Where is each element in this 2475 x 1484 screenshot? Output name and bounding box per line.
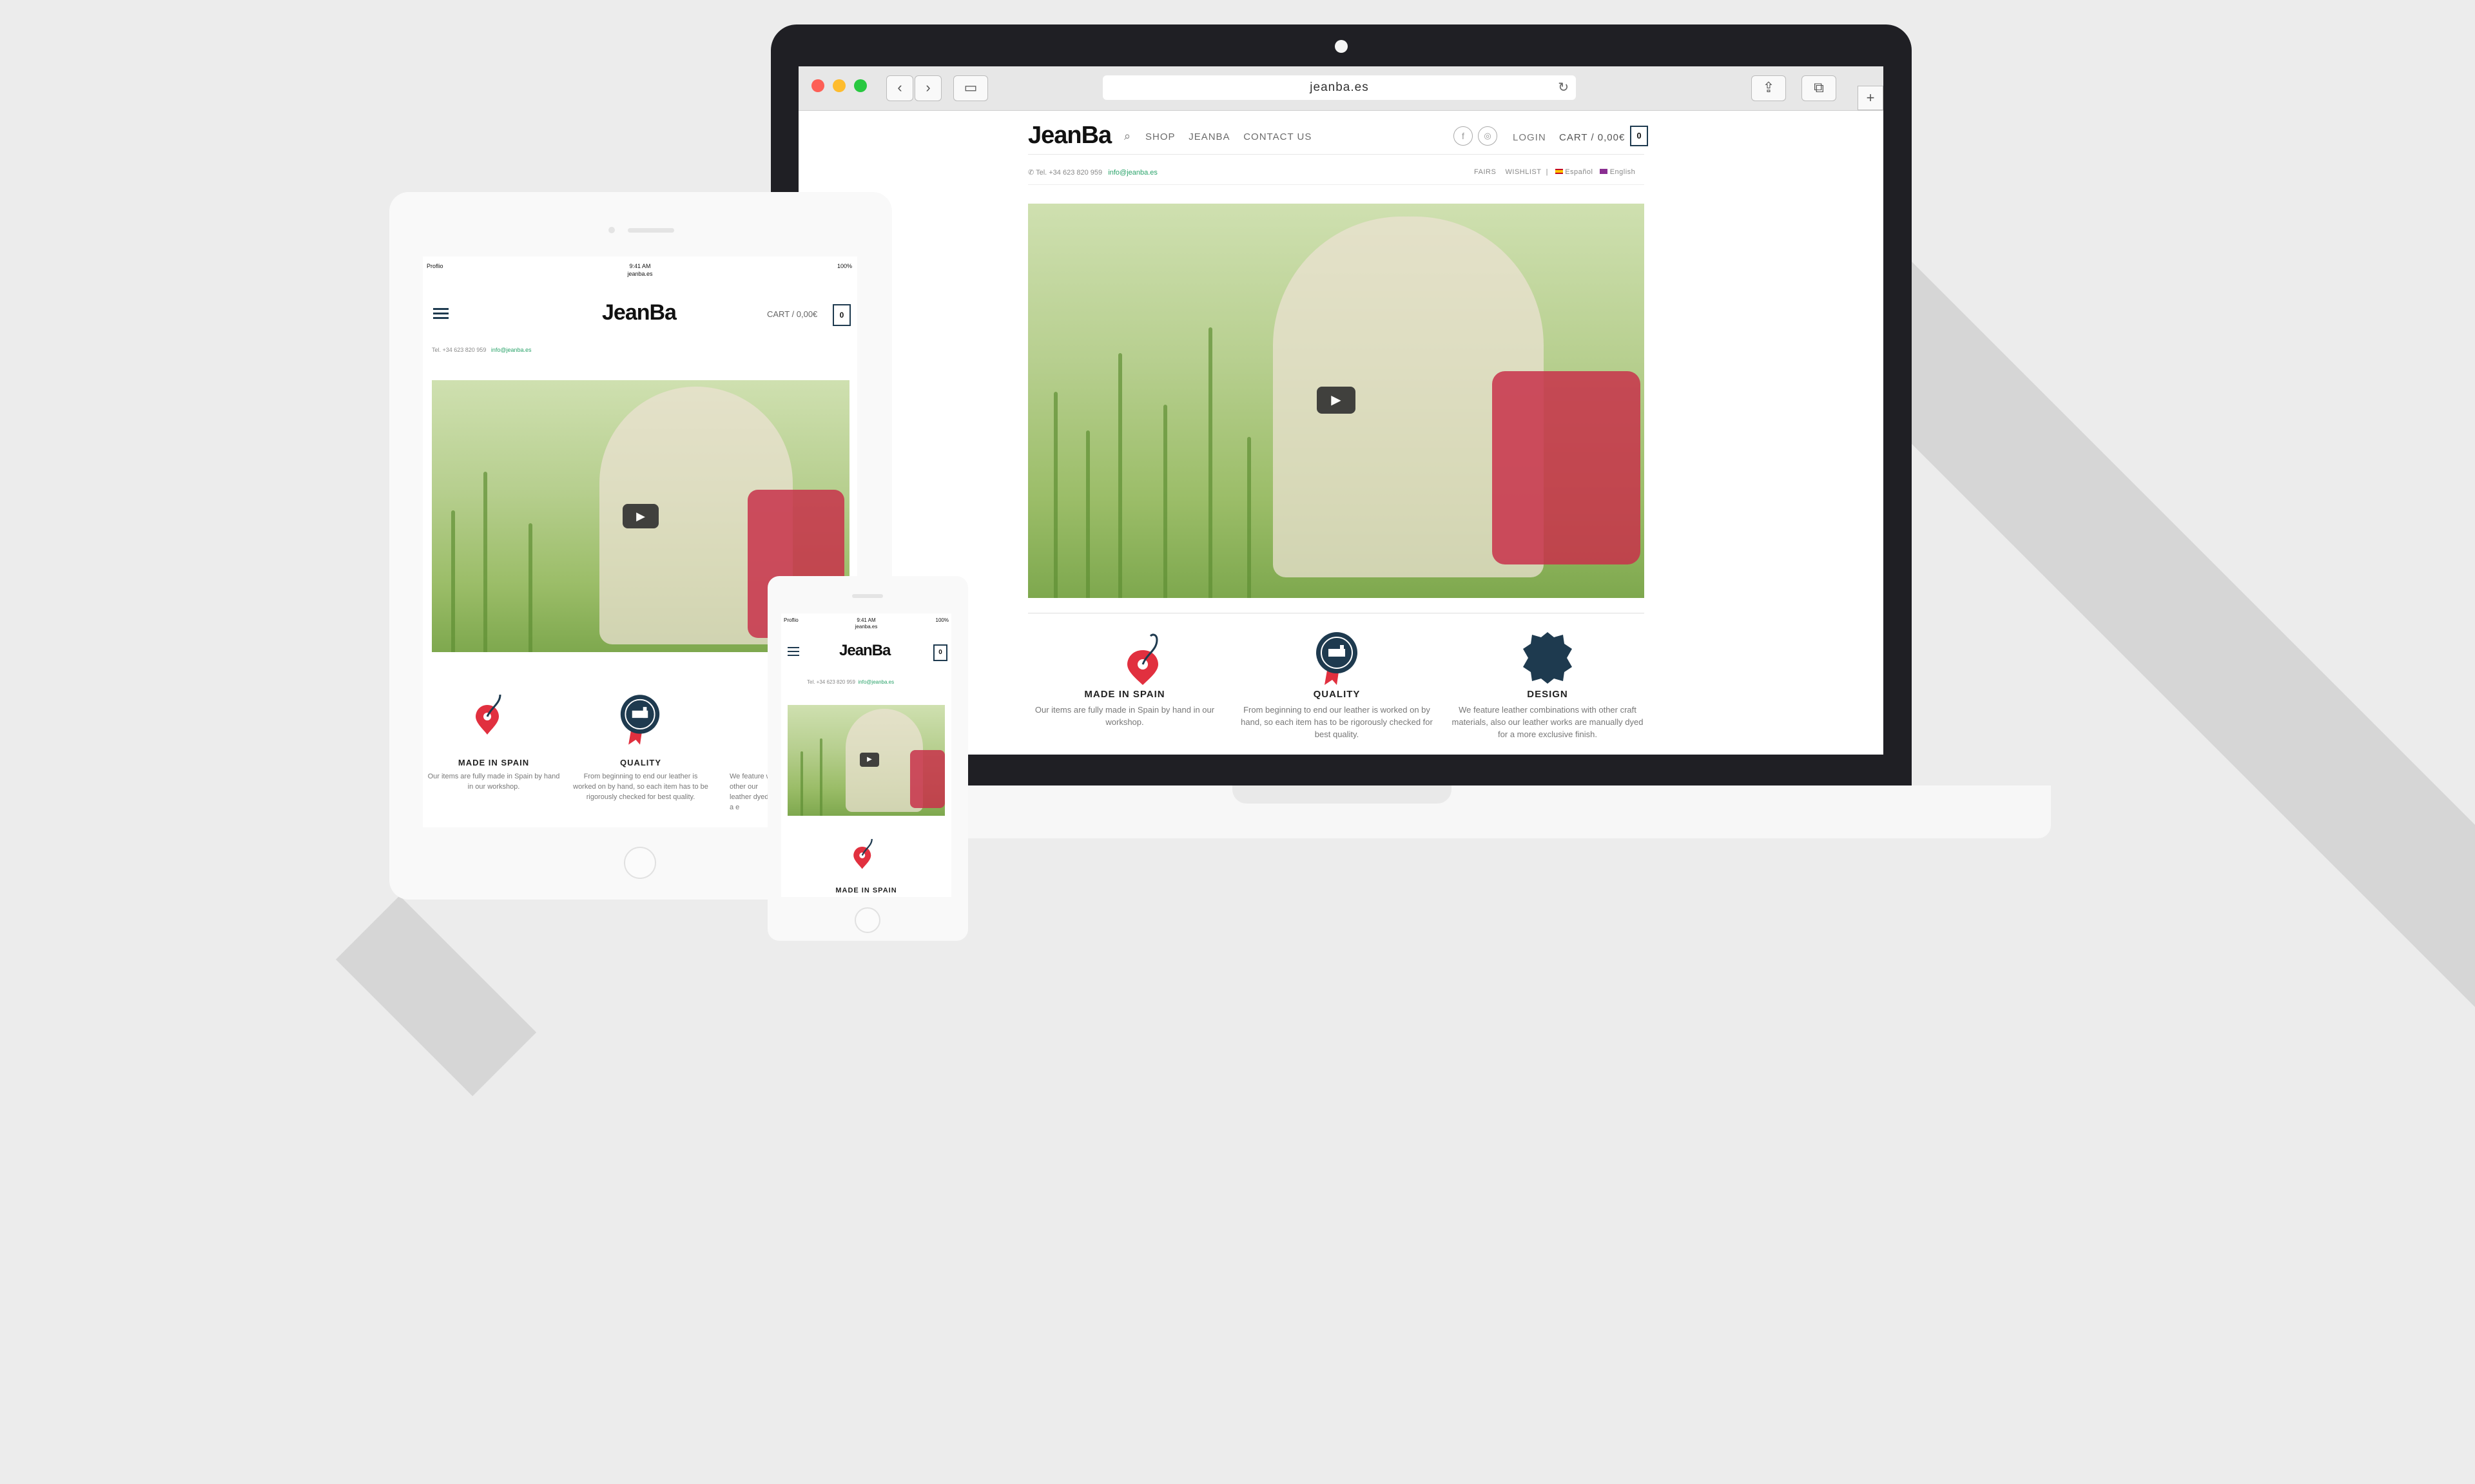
lang-english-link[interactable]: English (1610, 168, 1636, 176)
english-flag-icon (1600, 169, 1608, 174)
new-tab-plus-icon[interactable]: + (1858, 86, 1883, 110)
laptop-notch (1232, 785, 1451, 804)
feature-title-made-in-spain: MADE IN SPAIN (1084, 689, 1165, 700)
sewing-badge-icon (1314, 631, 1359, 688)
lang-spanish-link[interactable]: Español (1565, 168, 1593, 176)
cart-count-badge[interactable]: 0 (1630, 126, 1648, 146)
search-icon[interactable]: ⌕ (1124, 130, 1131, 143)
phone-home-button[interactable] (855, 907, 880, 933)
phone-status-time: 9:41 AM (857, 617, 876, 623)
video-red-bag-shape (1492, 371, 1640, 564)
fairs-link[interactable]: FAIRS (1474, 168, 1496, 176)
nav-jeanba-link[interactable]: JEANBA (1189, 131, 1230, 142)
phone-status-domain: jeanba.es (855, 624, 878, 630)
tablet-feature-title-made: MADE IN SPAIN (458, 758, 530, 767)
back-arrow-icon[interactable]: ‹ (886, 75, 913, 101)
phone-icon: ✆ (1028, 169, 1034, 177)
phone-feature-title-made: MADE IN SPAIN (835, 887, 897, 894)
feature-text-made-in-spain: Our items are fully made in Spain by han… (1034, 705, 1215, 727)
share-icon[interactable]: ⇪ (1751, 75, 1786, 101)
browser-toolbar: ‹ › ▭ jeanba.es ↻ ⇪ ⧉ + (799, 66, 1883, 111)
tabs-overview-icon[interactable]: ⧉ (1801, 75, 1836, 101)
phone-hero-video[interactable]: ▶ (788, 705, 945, 816)
tablet-home-button[interactable] (624, 847, 656, 879)
tablet-site-logo[interactable]: JeanBa (602, 300, 677, 325)
phone-screen: Proflio 9:41 AM jeanba.es 100% JeanBa 0 … (781, 613, 951, 897)
tablet-battery: 100% (837, 263, 852, 269)
tablet-cart-count[interactable]: 0 (833, 304, 851, 326)
tablet-status-time: 9:41 AM (629, 263, 651, 269)
tablet-sewing-badge-icon (619, 693, 661, 748)
url-text: jeanba.es (1310, 81, 1369, 94)
nav-contact-link[interactable]: CONTACT US (1243, 131, 1312, 142)
minimize-window-button[interactable] (833, 79, 846, 92)
sidebar-toggle-icon[interactable]: ▭ (953, 75, 988, 101)
tablet-feature-text-made: Our items are fully made in Spain by han… (427, 773, 560, 791)
tablet-feature-text-quality: From beginning to end our leather is wor… (573, 773, 708, 801)
phone-text: Tel. +34 623 820 959 (1036, 169, 1103, 177)
contact-bar: ✆ Tel. +34 623 820 959 info@jeanba.es (1028, 168, 1158, 177)
tablet-cart-link[interactable]: CART / 0,00€ (767, 309, 817, 319)
tablet-camera (608, 227, 615, 233)
header-divider (1028, 154, 1644, 155)
phone-speaker (852, 594, 883, 598)
tablet-map-pin-icon (474, 689, 504, 744)
reload-icon[interactable]: ↻ (1558, 75, 1569, 100)
phone-play-button-icon[interactable]: ▶ (860, 753, 879, 767)
tablet-feature-title-quality: QUALITY (619, 758, 662, 767)
phone-battery: 100% (935, 617, 949, 623)
tablet-status-domain: jeanba.es (627, 270, 653, 277)
tablet-email-link[interactable]: info@jeanba.es (491, 347, 532, 353)
close-window-button[interactable] (811, 79, 824, 92)
spanish-flag-icon (1555, 169, 1563, 174)
feature-text-design: We feature leather combinations with oth… (1451, 705, 1644, 739)
play-button-icon[interactable]: ▶ (1317, 387, 1355, 414)
hero-video[interactable]: ▶ (1028, 204, 1644, 598)
wishlist-link[interactable]: WISHLIST (1506, 168, 1542, 176)
phone-carrier: Proflio (784, 617, 799, 623)
feature-title-design: DESIGN (1527, 689, 1568, 700)
phone-email-link[interactable]: info@jeanba.es (858, 679, 894, 685)
cart-link[interactable]: CART / 0,00€ (1559, 132, 1625, 143)
phone-cart-count[interactable]: 0 (933, 644, 947, 661)
tablet-phone-text: Tel. +34 623 820 959 (432, 347, 487, 353)
facebook-icon[interactable]: f (1453, 126, 1473, 146)
topbar-divider (1028, 184, 1644, 185)
phone-map-pin-icon (851, 835, 877, 877)
map-pin-needle-icon (1125, 631, 1163, 688)
maximize-window-button[interactable] (854, 79, 867, 92)
feature-title-quality: QUALITY (1313, 689, 1361, 700)
phone-phone-text: Tel. +34 623 820 959 (807, 679, 855, 685)
address-bar[interactable]: jeanba.es ↻ (1103, 75, 1576, 100)
nav-shop-link[interactable]: SHOP (1145, 131, 1176, 142)
hamburger-menu-icon[interactable] (433, 308, 449, 320)
tablet-carrier: Proflio (427, 263, 443, 269)
tablet-play-button-icon[interactable]: ▶ (623, 504, 659, 528)
leather-hide-icon (1522, 631, 1573, 688)
feature-text-quality: From beginning to end our leather is wor… (1241, 705, 1433, 739)
email-link[interactable]: info@jeanba.es (1108, 169, 1158, 177)
forward-arrow-icon[interactable]: › (915, 75, 942, 101)
tablet-speaker (628, 228, 674, 233)
login-link[interactable]: LOGIN (1513, 132, 1546, 143)
laptop-camera (1335, 40, 1348, 53)
instagram-icon[interactable]: ◎ (1478, 126, 1497, 146)
site-logo[interactable]: JeanBa (1028, 122, 1112, 149)
phone-site-logo[interactable]: JeanBa (839, 642, 891, 660)
phone-hamburger-menu-icon[interactable] (788, 647, 799, 656)
